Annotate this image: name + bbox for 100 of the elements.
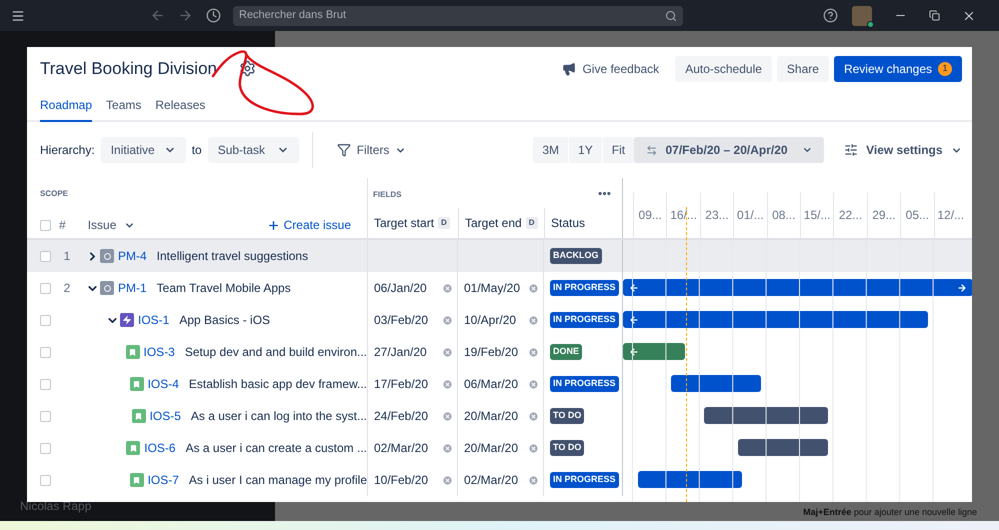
timeline-bar[interactable] [638,471,742,488]
date-range-button[interactable]: 07/Feb/20 – 20/Apr/20 [634,137,824,163]
issue-key[interactable]: IOS-3 [144,343,175,361]
clear-icon[interactable] [442,346,453,358]
issue-key[interactable]: IOS-5 [150,407,181,425]
clear-icon[interactable] [442,378,453,390]
zoom-button[interactable]: 1Y [569,137,602,163]
clear-icon[interactable] [442,474,453,486]
clear-icon[interactable] [528,378,539,390]
checkbox[interactable] [40,346,51,358]
clear-icon[interactable] [528,314,539,326]
status-lozenge[interactable]: IN PROGRESS [550,472,619,488]
hierarchy-dropdown[interactable]: Sub-task [208,137,299,163]
timeline-bar[interactable] [623,279,972,296]
checkbox[interactable] [40,282,51,294]
forward-icon[interactable] [178,8,193,23]
tab[interactable]: Teams [106,96,142,122]
bookmark-icon [130,473,144,487]
date-value[interactable]: 27/Jan/20 [374,343,427,361]
tab[interactable]: Releases [155,96,206,122]
feedback-button[interactable]: Give feedback [556,56,666,82]
settings-icon[interactable] [239,60,256,77]
table-row[interactable]: 1 PM-4 Intelligent travel suggestions BACKLOG [27,240,972,272]
search-field[interactable]: Rechercher dans Brut [233,6,683,26]
status-lozenge[interactable]: TO DO [550,440,584,456]
menu-icon[interactable] [11,8,25,22]
back-icon[interactable] [150,8,165,23]
fields-heading: FIELDS [373,188,402,200]
date-value[interactable]: 20/Mar/20 [464,407,518,425]
date-value[interactable]: 06/Jan/20 [374,279,427,297]
issue-header[interactable]: Issue [88,216,136,234]
date-value[interactable]: 03/Feb/20 [374,311,428,329]
zoom-button[interactable]: 3M [533,137,568,163]
date-value[interactable]: 20/Mar/20 [464,439,518,457]
clear-icon[interactable] [528,282,539,294]
status-lozenge[interactable]: IN PROGRESS [550,312,619,328]
clear-icon[interactable] [528,346,539,358]
checkbox[interactable] [40,314,51,326]
timeline-date: 15/... [804,207,830,224]
issue-key[interactable]: IOS-7 [148,471,179,489]
history-icon[interactable] [206,8,221,23]
timeline-date: 09... [638,207,662,224]
date-value[interactable]: 06/Mar/20 [464,375,518,393]
zoom-button[interactable]: Fit [602,137,634,163]
timeline-bar[interactable] [623,311,928,328]
issue-key[interactable]: IOS-4 [148,375,179,393]
date-value[interactable]: 10/Feb/20 [374,471,428,489]
status-lozenge[interactable]: DONE [550,344,582,360]
clear-icon[interactable] [528,410,539,422]
timeline-bar[interactable] [738,439,828,456]
checkbox[interactable] [40,250,51,262]
timeline-date: 23... [705,207,729,224]
date-value[interactable]: 01/May/20 [464,279,520,297]
date-value[interactable]: 02/Mar/20 [374,439,428,457]
date-value[interactable]: 17/Feb/20 [374,375,428,393]
issue-key[interactable]: IOS-1 [138,311,170,329]
status-lozenge[interactable]: IN PROGRESS [550,280,619,296]
clear-icon[interactable] [442,410,453,422]
hierarchy-dropdown[interactable]: Initiative [100,137,186,163]
issue-key[interactable]: PM-1 [118,279,147,297]
timeline-bar[interactable] [623,343,685,360]
checkbox[interactable] [40,442,51,454]
date-value[interactable]: 24/Feb/20 [374,407,428,425]
filters-button[interactable]: Filters [324,137,418,163]
tab[interactable]: Roadmap [40,96,92,122]
toolbar-button[interactable]: Auto-schedule [675,56,772,82]
date-value[interactable]: 10/Apr/20 [464,311,516,329]
checkbox[interactable] [40,474,51,486]
issue-summary: Setup dev and and build environ... [184,344,367,361]
status-lozenge[interactable]: IN PROGRESS [550,376,619,392]
date-value[interactable]: 02/Mar/20 [464,471,518,489]
clear-icon[interactable] [442,282,453,294]
swap-icon [646,144,658,156]
date-value[interactable]: 19/Feb/20 [464,343,518,361]
checkbox[interactable] [40,410,51,422]
clear-icon[interactable] [442,314,453,326]
clear-icon[interactable] [442,442,453,454]
timeline-bar[interactable] [671,375,761,392]
initiative-icon [100,249,114,263]
timeline-bar[interactable] [704,407,828,424]
checkbox[interactable] [40,220,51,230]
issue-key[interactable]: PM-4 [118,247,147,265]
row-number: 2 [62,280,72,297]
issue-key[interactable]: IOS-6 [144,439,176,457]
issue-summary: As i user I can manage my profile [188,472,367,489]
composer-hint: Maj+Entrée pour ajouter une nouvelle ligne [803,506,977,519]
review-button[interactable]: Review changes 1 [834,56,962,82]
clear-icon[interactable] [528,474,539,486]
clear-icon[interactable] [528,442,539,454]
timeline-date: 08... [772,207,796,224]
status-lozenge[interactable]: TO DO [550,408,584,424]
view-settings-button[interactable]: View settings [844,141,962,159]
avatar[interactable] [852,6,872,26]
checkbox[interactable] [40,378,51,390]
toolbar-button[interactable]: Share [776,56,829,82]
create-issue-link[interactable]: Create issue [266,216,351,234]
status-lozenge[interactable]: BACKLOG [550,248,602,264]
restore-icon[interactable] [929,10,940,21]
help-icon[interactable] [823,8,838,23]
user-name: Nicolas Rapp [20,498,92,515]
